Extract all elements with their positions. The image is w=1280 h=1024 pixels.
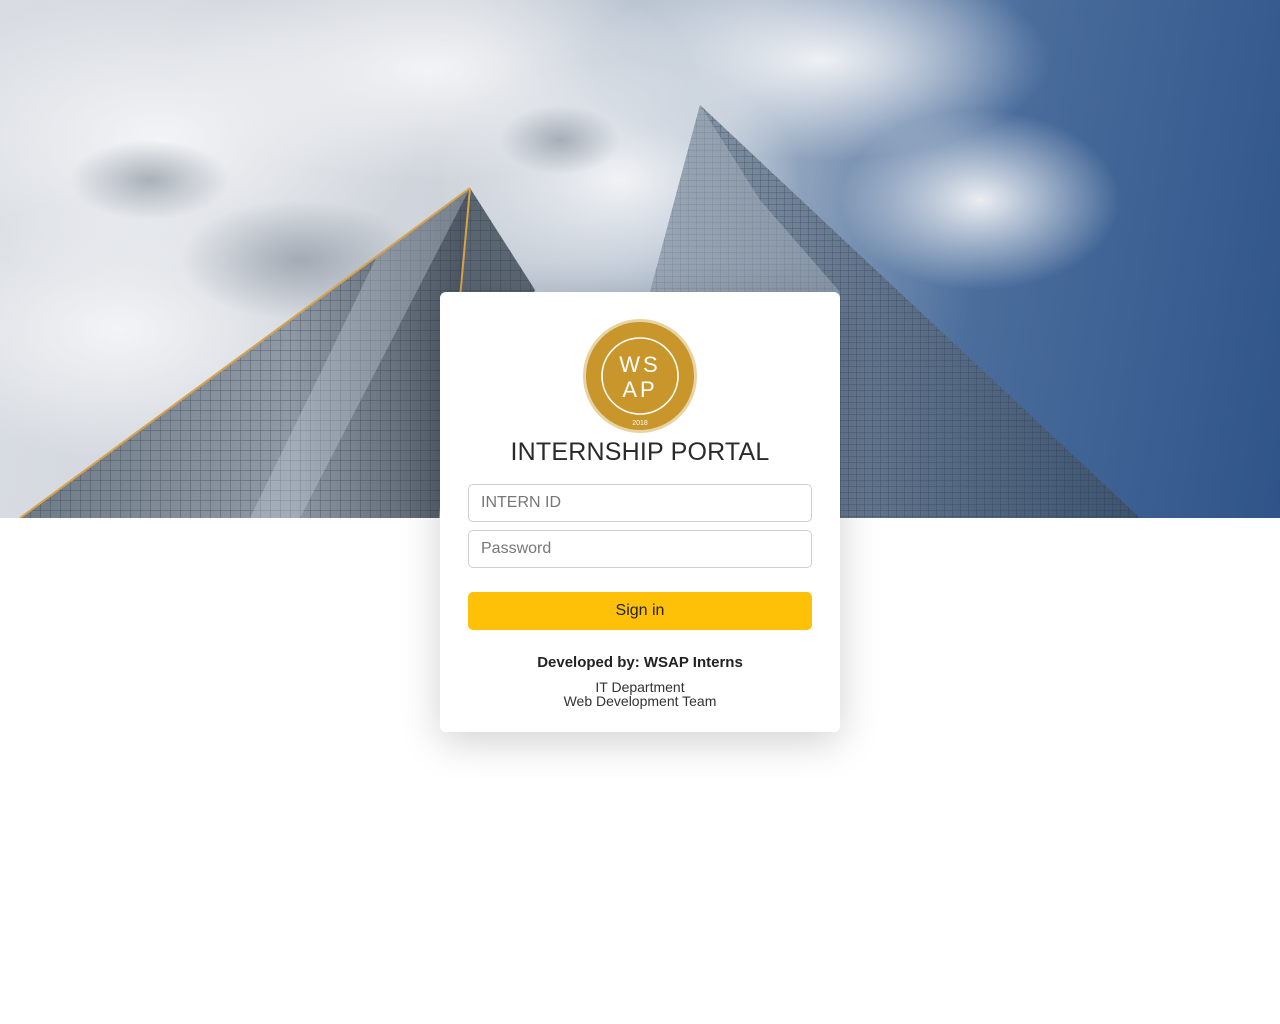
- team-text: Web Development Team: [563, 693, 717, 709]
- logo-year: 2018: [632, 420, 648, 427]
- logo-initials-bottom: AP: [622, 377, 657, 402]
- intern-id-input[interactable]: [468, 484, 812, 522]
- page-title: INTERNSHIP PORTAL: [510, 438, 770, 466]
- wsap-logo: WS AP 2018: [582, 318, 698, 434]
- sign-in-button[interactable]: Sign in: [468, 592, 812, 630]
- login-card: WS AP 2018 INTERNSHIP PORTAL Sign in Dev…: [440, 292, 840, 732]
- department-text: IT Department: [595, 679, 685, 695]
- wsap-seal-icon: WS AP 2018: [583, 319, 697, 433]
- developed-by-text: Developed by: WSAP Interns: [537, 654, 743, 671]
- logo-initials-top: WS: [619, 352, 660, 377]
- password-input[interactable]: [468, 530, 812, 568]
